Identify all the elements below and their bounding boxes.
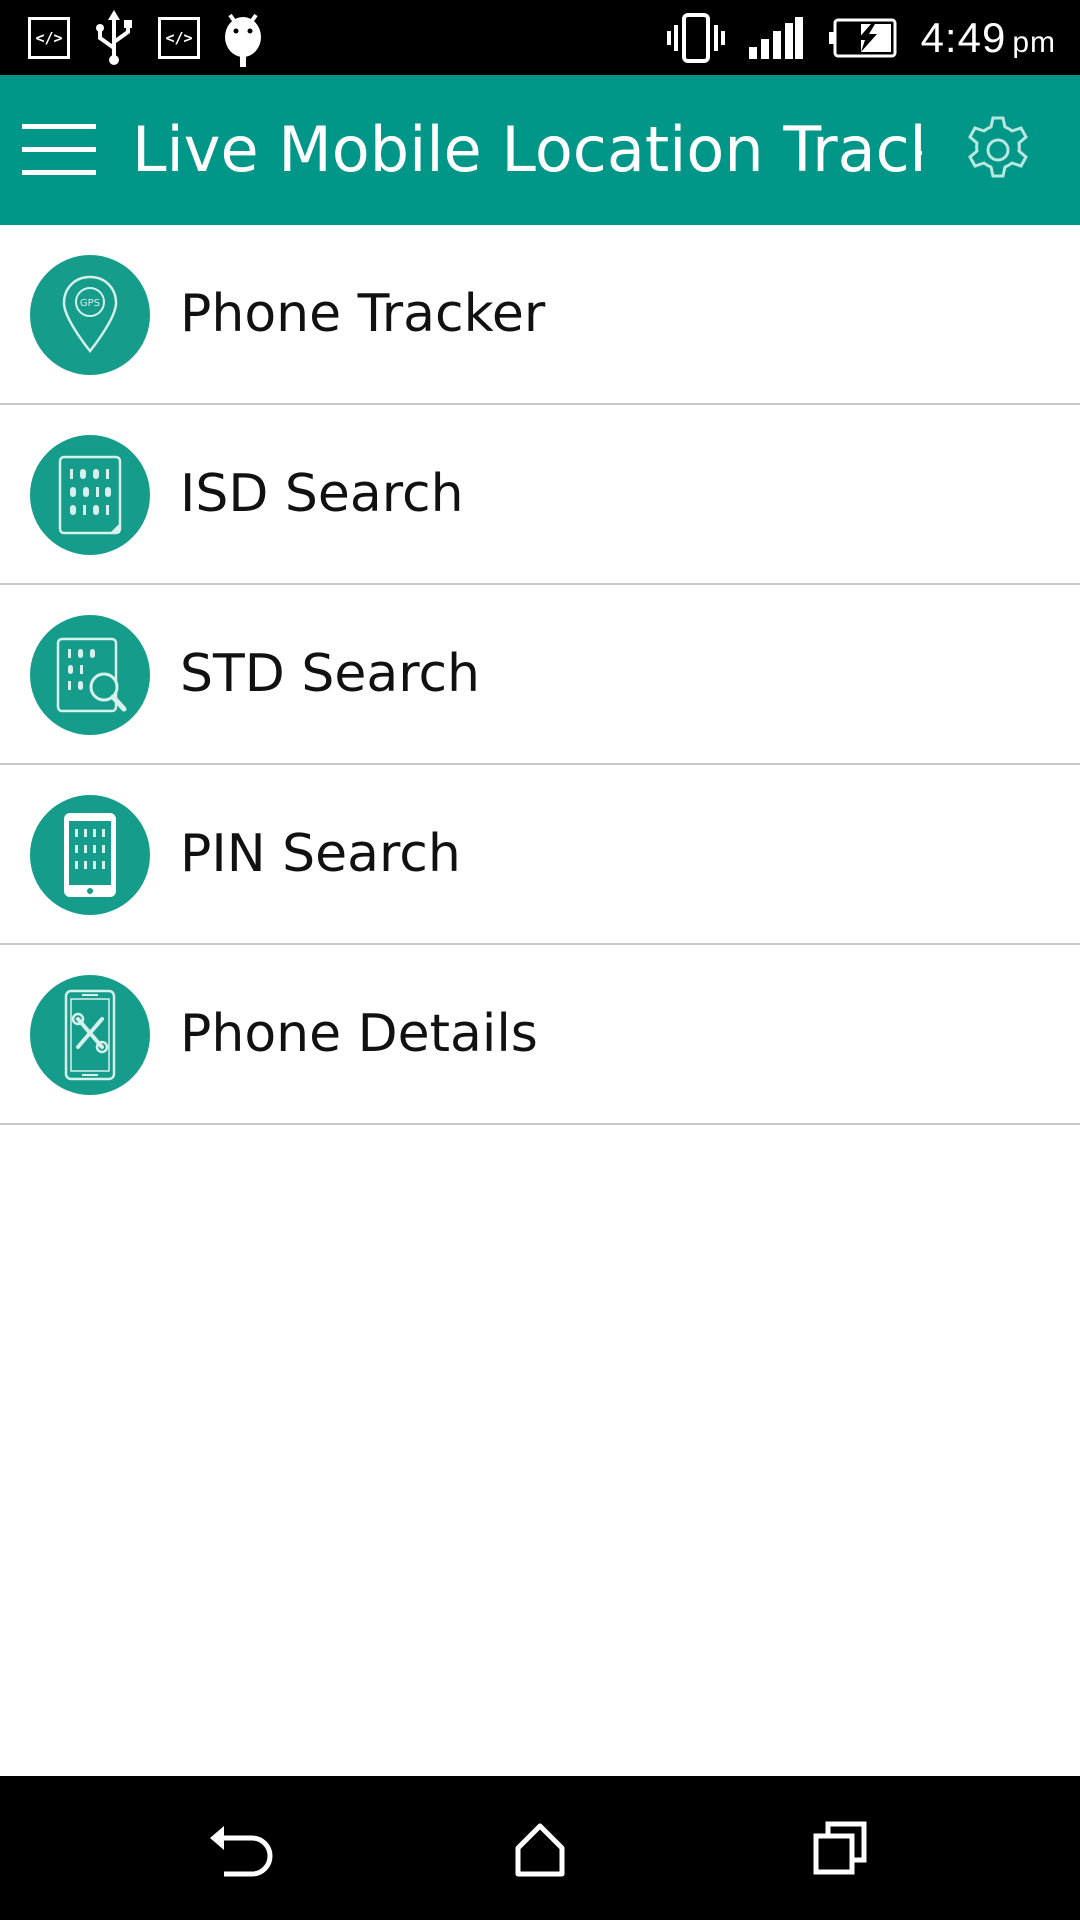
list-item-pin-search[interactable]: PIN Search xyxy=(0,765,1080,945)
clock: 4:49 pm xyxy=(921,14,1056,62)
clock-ampm: pm xyxy=(1012,25,1056,59)
document-search-graphic xyxy=(56,637,127,713)
hamburger-menu-icon xyxy=(22,124,96,175)
menu-list: GPS Phone Tracker ISD Search STD Search … xyxy=(0,225,1080,1125)
android-debug-icon xyxy=(225,13,261,67)
clock-time: 4:49 xyxy=(920,13,1007,61)
phone-keypad-icon xyxy=(30,795,150,915)
code-document-graphic xyxy=(58,455,122,535)
phone-keypad-graphic xyxy=(64,813,116,897)
gear-icon xyxy=(968,116,1028,178)
app-bar: Live Mobile Location Track xyxy=(0,75,1080,225)
list-item-phone-details[interactable]: Phone Details xyxy=(0,945,1080,1125)
code-document-icon xyxy=(30,435,150,555)
list-item-label: Phone Tracker xyxy=(180,284,546,344)
gps-pin-graphic: GPS xyxy=(62,275,118,353)
gps-pin-icon: GPS xyxy=(30,255,150,375)
code-icon: </> xyxy=(28,17,70,59)
phone-tools-icon xyxy=(30,975,150,1095)
back-button[interactable] xyxy=(190,1798,290,1898)
home-icon xyxy=(515,1823,565,1877)
list-item-isd-search[interactable]: ISD Search xyxy=(0,405,1080,585)
list-item-label: STD Search xyxy=(180,644,480,704)
phone-tools-graphic xyxy=(64,989,116,1081)
vibrate-icon xyxy=(666,12,725,63)
back-icon xyxy=(210,1826,273,1877)
navigation-bar xyxy=(0,1776,1080,1920)
system-status-icons: 4:49 pm xyxy=(666,0,1056,75)
home-button[interactable] xyxy=(490,1798,590,1898)
list-item-std-search[interactable]: STD Search xyxy=(0,585,1080,765)
menu-button[interactable] xyxy=(20,120,98,180)
usb-icon xyxy=(96,10,132,65)
status-bar: </> </> 4:49 pm xyxy=(0,0,1080,75)
battery-charging-icon xyxy=(828,18,897,57)
list-item-label: PIN Search xyxy=(180,824,461,884)
recents-icon xyxy=(813,1821,867,1875)
list-item-phone-tracker[interactable]: GPS Phone Tracker xyxy=(0,225,1080,405)
gps-icon-text: GPS xyxy=(80,298,100,309)
app-title: Live Mobile Location Track xyxy=(132,113,922,186)
list-item-label: ISD Search xyxy=(180,464,464,524)
code-icon-glyph: </> xyxy=(165,29,193,47)
recents-button[interactable] xyxy=(790,1798,890,1898)
document-search-icon xyxy=(30,615,150,735)
signal-icon xyxy=(748,16,803,59)
code-icon-glyph: </> xyxy=(35,29,63,47)
settings-button[interactable] xyxy=(960,112,1036,188)
list-item-label: Phone Details xyxy=(180,1004,538,1064)
code-icon: </> xyxy=(158,17,200,59)
notification-icons: </> </> xyxy=(28,10,264,67)
